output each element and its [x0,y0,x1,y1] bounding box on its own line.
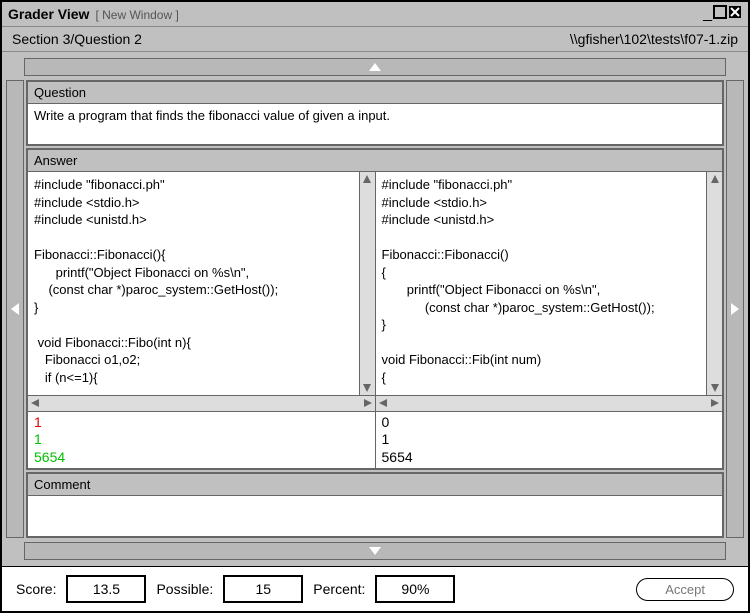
percent-input[interactable] [375,575,455,603]
reference-output: 0 1 5654 [376,412,723,469]
file-path: \\gfisher\102\tests\f07-1.zip [570,31,738,47]
content-area: Question Write a program that finds the … [24,78,726,540]
left-hscrollbar[interactable] [28,396,375,412]
scroll-down-icon[interactable] [708,381,722,395]
comment-header: Comment [28,474,722,496]
score-label: Score: [16,581,56,597]
titlebar: Grader View [ New Window ] _ [2,2,748,27]
scroll-up-icon[interactable] [360,172,374,186]
window-title: Grader View [8,6,89,22]
question-panel: Question Write a program that finds the … [26,80,724,146]
output-line: 5654 [382,449,717,467]
question-header: Question [28,82,722,104]
new-window-link[interactable]: [ New Window ] [95,8,178,22]
student-output: 1 1 5654 [28,412,375,469]
nav-right-button[interactable] [726,80,744,538]
question-text: Write a program that finds the fibonacci… [28,104,722,144]
maximize-icon[interactable] [713,5,727,23]
student-answer-column: #include "fibonacci.ph" #include <stdio.… [28,172,376,468]
output-line: 1 [34,414,369,432]
subheader: Section 3/Question 2 \\gfisher\102\tests… [2,27,748,52]
possible-input[interactable] [223,575,303,603]
right-hscrollbar[interactable] [376,396,723,412]
scroll-left-icon[interactable] [28,396,42,410]
percent-label: Percent: [313,581,365,597]
reference-code[interactable]: #include "fibonacci.ph" #include <stdio.… [376,172,707,395]
comment-panel: Comment [26,472,724,538]
footer: Score: Possible: Percent: Accept [2,566,748,611]
reference-answer-column: #include "fibonacci.ph" #include <stdio.… [376,172,723,468]
main-area: Question Write a program that finds the … [2,52,748,566]
scroll-right-icon[interactable] [361,396,375,410]
answer-header: Answer [28,150,722,172]
output-line: 5654 [34,449,369,467]
breadcrumb: Section 3/Question 2 [12,31,142,47]
output-line: 1 [34,431,369,449]
possible-label: Possible: [156,581,213,597]
scroll-right-icon[interactable] [708,396,722,410]
score-input[interactable] [66,575,146,603]
scroll-left-icon[interactable] [376,396,390,410]
nav-left-button[interactable] [6,80,24,538]
minimize-icon[interactable]: _ [703,6,712,22]
close-icon[interactable] [728,5,742,23]
nav-up-button[interactable] [24,58,726,76]
left-vscrollbar[interactable] [359,172,375,395]
output-line: 0 [382,414,717,432]
student-code[interactable]: #include "fibonacci.ph" #include <stdio.… [28,172,359,395]
output-line: 1 [382,431,717,449]
scroll-up-icon[interactable] [708,172,722,186]
comment-input[interactable] [28,496,722,536]
nav-down-button[interactable] [24,542,726,560]
grader-window: Grader View [ New Window ] _ Section 3/Q… [0,0,750,613]
scroll-down-icon[interactable] [360,381,374,395]
right-vscrollbar[interactable] [706,172,722,395]
accept-button[interactable]: Accept [636,578,734,601]
answer-panel: Answer #include "fibonacci.ph" #include … [26,148,724,470]
